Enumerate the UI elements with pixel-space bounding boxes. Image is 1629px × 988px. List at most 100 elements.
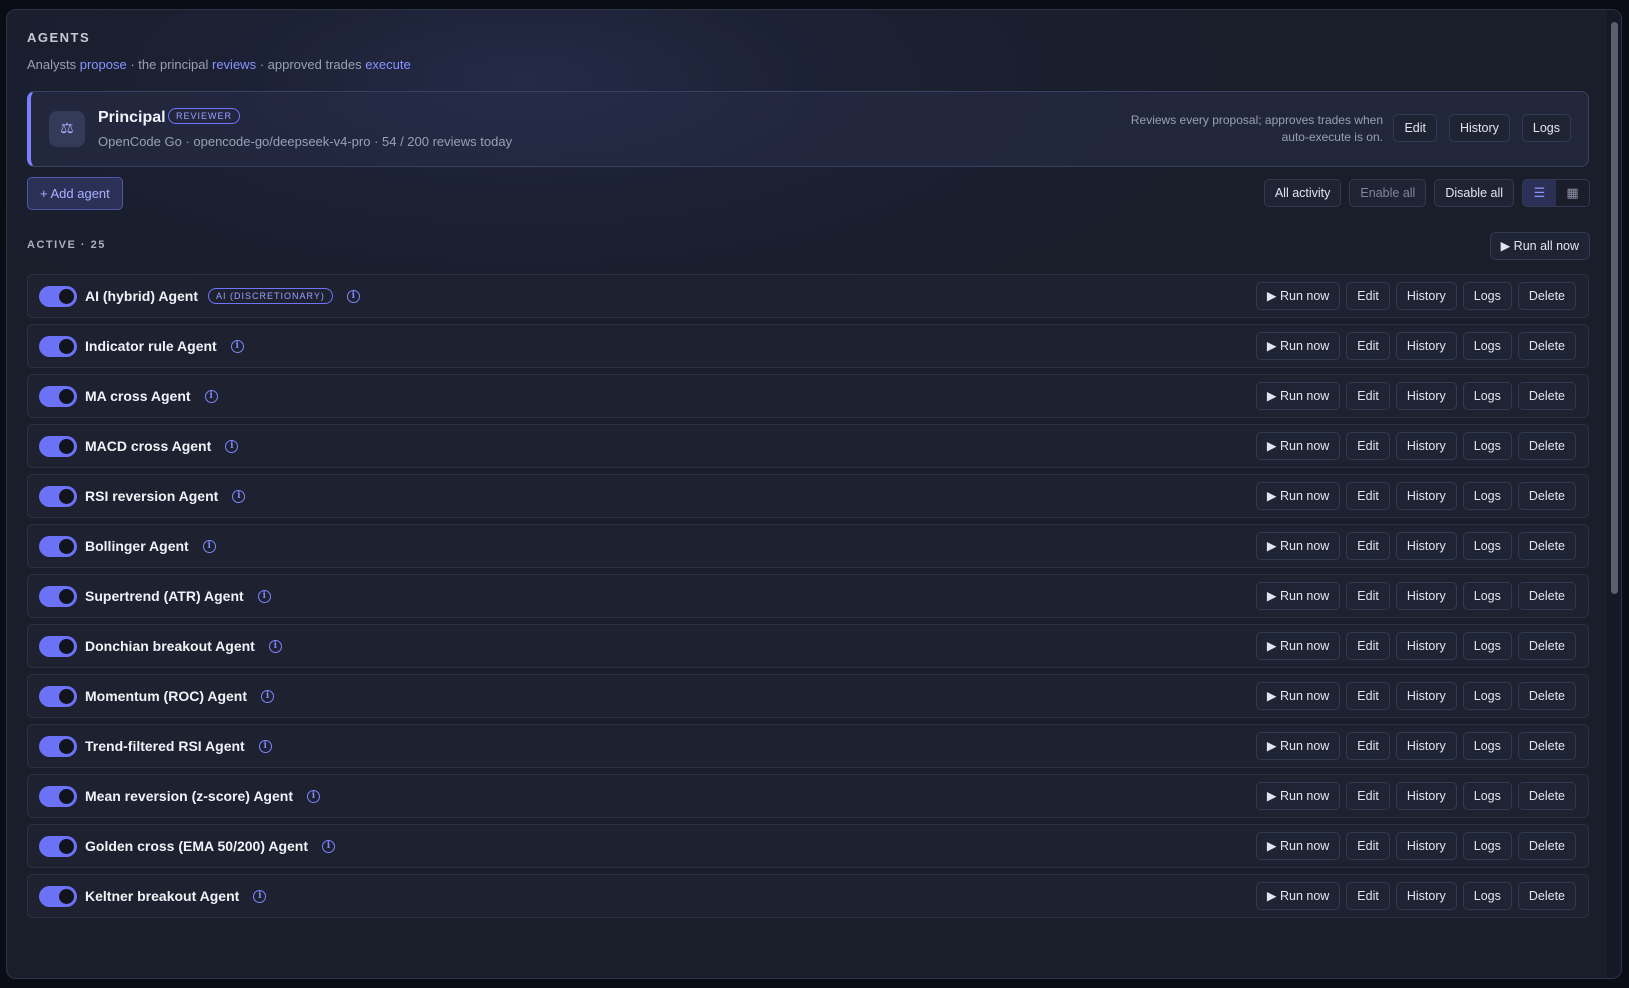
run-all-now-button[interactable]: ▶ Run all now bbox=[1489, 232, 1590, 260]
edit-button[interactable]: Edit bbox=[1346, 432, 1390, 460]
logs-button[interactable]: Logs bbox=[1462, 832, 1512, 860]
history-button[interactable]: History bbox=[1395, 532, 1457, 560]
info-icon[interactable]: i bbox=[258, 739, 272, 753]
add-agent-button[interactable]: + Add agent bbox=[27, 177, 123, 210]
logs-button[interactable]: Logs bbox=[1462, 632, 1512, 660]
run-now-button[interactable]: ▶ Run now bbox=[1255, 882, 1341, 910]
agent-enabled-toggle[interactable] bbox=[39, 736, 77, 757]
delete-button[interactable]: Delete bbox=[1517, 782, 1576, 810]
info-icon[interactable]: i bbox=[346, 289, 360, 303]
edit-button[interactable]: Edit bbox=[1346, 782, 1390, 810]
edit-button[interactable]: Edit bbox=[1346, 582, 1390, 610]
agent-enabled-toggle[interactable] bbox=[39, 486, 77, 507]
run-now-button[interactable]: ▶ Run now bbox=[1255, 732, 1341, 760]
edit-button[interactable]: Edit bbox=[1346, 732, 1390, 760]
agent-enabled-toggle[interactable] bbox=[39, 886, 77, 907]
enable-all-button[interactable]: Enable all bbox=[1349, 179, 1427, 207]
logs-button[interactable]: Logs bbox=[1462, 532, 1512, 560]
logs-button[interactable]: Logs bbox=[1462, 432, 1512, 460]
info-icon[interactable]: i bbox=[261, 689, 275, 703]
delete-button[interactable]: Delete bbox=[1517, 532, 1576, 560]
history-button[interactable]: History bbox=[1395, 882, 1457, 910]
history-button[interactable]: History bbox=[1395, 682, 1457, 710]
scrollbar[interactable] bbox=[1607, 10, 1621, 978]
history-button[interactable]: History bbox=[1395, 282, 1457, 310]
delete-button[interactable]: Delete bbox=[1517, 282, 1576, 310]
delete-button[interactable]: Delete bbox=[1517, 632, 1576, 660]
history-button[interactable]: History bbox=[1395, 482, 1457, 510]
edit-button[interactable]: Edit bbox=[1346, 832, 1390, 860]
logs-button[interactable]: Logs bbox=[1462, 782, 1512, 810]
agent-enabled-toggle[interactable] bbox=[39, 636, 77, 657]
info-icon[interactable]: i bbox=[225, 439, 239, 453]
logs-button[interactable]: Logs bbox=[1462, 882, 1512, 910]
scrollbar-thumb[interactable] bbox=[1611, 22, 1618, 594]
history-button[interactable]: History bbox=[1395, 382, 1457, 410]
principal-logs-button[interactable]: Logs bbox=[1521, 114, 1571, 142]
info-icon[interactable]: i bbox=[257, 589, 271, 603]
principal-edit-button[interactable]: Edit bbox=[1393, 114, 1437, 142]
info-icon[interactable]: i bbox=[306, 789, 320, 803]
history-button[interactable]: History bbox=[1395, 732, 1457, 760]
grid-view-icon[interactable]: ▦ bbox=[1556, 180, 1589, 206]
info-icon[interactable]: i bbox=[232, 489, 246, 503]
disable-all-button[interactable]: Disable all bbox=[1434, 179, 1514, 207]
info-icon[interactable]: i bbox=[253, 889, 267, 903]
delete-button[interactable]: Delete bbox=[1517, 582, 1576, 610]
run-now-button[interactable]: ▶ Run now bbox=[1255, 482, 1341, 510]
agent-enabled-toggle[interactable] bbox=[39, 786, 77, 807]
agent-enabled-toggle[interactable] bbox=[39, 436, 77, 457]
edit-button[interactable]: Edit bbox=[1346, 482, 1390, 510]
agent-enabled-toggle[interactable] bbox=[39, 586, 77, 607]
edit-button[interactable]: Edit bbox=[1346, 382, 1390, 410]
edit-button[interactable]: Edit bbox=[1346, 532, 1390, 560]
logs-button[interactable]: Logs bbox=[1462, 282, 1512, 310]
info-icon[interactable]: i bbox=[322, 839, 336, 853]
run-now-button[interactable]: ▶ Run now bbox=[1255, 832, 1341, 860]
run-now-button[interactable]: ▶ Run now bbox=[1255, 632, 1341, 660]
logs-button[interactable]: Logs bbox=[1462, 682, 1512, 710]
run-now-button[interactable]: ▶ Run now bbox=[1255, 682, 1341, 710]
run-now-button[interactable]: ▶ Run now bbox=[1255, 382, 1341, 410]
edit-button[interactable]: Edit bbox=[1346, 632, 1390, 660]
edit-button[interactable]: Edit bbox=[1346, 332, 1390, 360]
history-button[interactable]: History bbox=[1395, 782, 1457, 810]
info-icon[interactable]: i bbox=[204, 389, 218, 403]
principal-history-button[interactable]: History bbox=[1448, 114, 1510, 142]
history-button[interactable]: History bbox=[1395, 632, 1457, 660]
edit-button[interactable]: Edit bbox=[1346, 282, 1390, 310]
info-icon[interactable]: i bbox=[230, 339, 244, 353]
info-icon[interactable]: i bbox=[202, 539, 216, 553]
history-button[interactable]: History bbox=[1395, 332, 1457, 360]
logs-button[interactable]: Logs bbox=[1462, 582, 1512, 610]
agent-enabled-toggle[interactable] bbox=[39, 536, 77, 557]
logs-button[interactable]: Logs bbox=[1462, 332, 1512, 360]
run-now-button[interactable]: ▶ Run now bbox=[1255, 582, 1341, 610]
delete-button[interactable]: Delete bbox=[1517, 482, 1576, 510]
edit-button[interactable]: Edit bbox=[1346, 682, 1390, 710]
info-icon[interactable]: i bbox=[268, 639, 282, 653]
delete-button[interactable]: Delete bbox=[1517, 732, 1576, 760]
logs-button[interactable]: Logs bbox=[1462, 382, 1512, 410]
all-activity-button[interactable]: All activity bbox=[1263, 179, 1342, 207]
history-button[interactable]: History bbox=[1395, 582, 1457, 610]
history-button[interactable]: History bbox=[1395, 432, 1457, 460]
agent-enabled-toggle[interactable] bbox=[39, 336, 77, 357]
run-now-button[interactable]: ▶ Run now bbox=[1255, 432, 1341, 460]
history-button[interactable]: History bbox=[1395, 832, 1457, 860]
delete-button[interactable]: Delete bbox=[1517, 432, 1576, 460]
agent-enabled-toggle[interactable] bbox=[39, 386, 77, 407]
run-now-button[interactable]: ▶ Run now bbox=[1255, 782, 1341, 810]
logs-button[interactable]: Logs bbox=[1462, 732, 1512, 760]
delete-button[interactable]: Delete bbox=[1517, 332, 1576, 360]
run-now-button[interactable]: ▶ Run now bbox=[1255, 332, 1341, 360]
delete-button[interactable]: Delete bbox=[1517, 832, 1576, 860]
agent-enabled-toggle[interactable] bbox=[39, 836, 77, 857]
delete-button[interactable]: Delete bbox=[1517, 682, 1576, 710]
run-now-button[interactable]: ▶ Run now bbox=[1255, 282, 1341, 310]
delete-button[interactable]: Delete bbox=[1517, 882, 1576, 910]
edit-button[interactable]: Edit bbox=[1346, 882, 1390, 910]
agent-enabled-toggle[interactable] bbox=[39, 286, 77, 307]
run-now-button[interactable]: ▶ Run now bbox=[1255, 532, 1341, 560]
logs-button[interactable]: Logs bbox=[1462, 482, 1512, 510]
